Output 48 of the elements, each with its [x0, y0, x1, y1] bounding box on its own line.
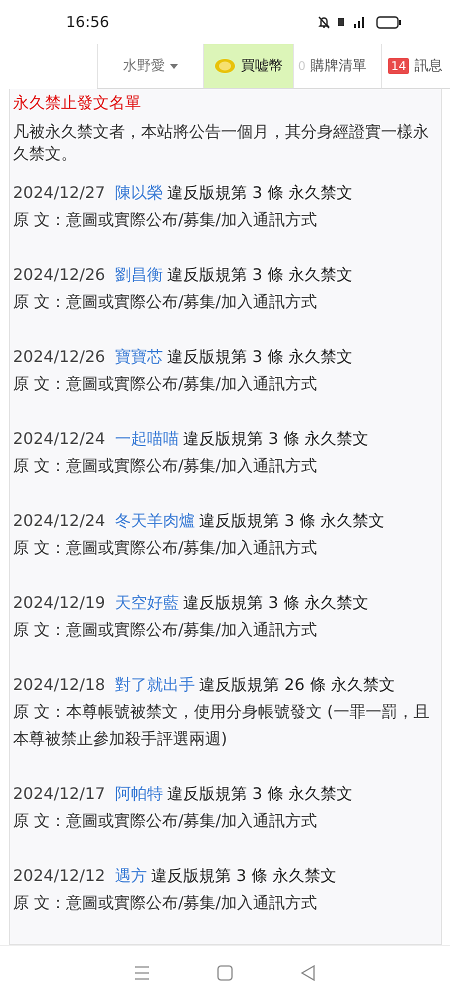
- user-link[interactable]: 冬天羊肉爐: [115, 511, 196, 530]
- page-title: 永久禁止發文名單: [13, 92, 142, 114]
- ban-date: 2024/12/18: [13, 675, 106, 694]
- message-count-badge: 14: [388, 58, 410, 74]
- rule-text: 違反版規第 26 條 永久禁文: [199, 675, 395, 694]
- coin-icon: [214, 58, 236, 74]
- user-link[interactable]: 陳以榮: [115, 183, 164, 202]
- ban-date: 2024/12/26: [13, 347, 106, 366]
- reason-text: 原 文：意圖或實際公布/募集/加入通訊方式: [13, 810, 318, 832]
- user-link[interactable]: 阿帕特: [115, 784, 164, 803]
- notice-text: 凡被永久禁文者，本站將公告一個月，其分身經證實一樣永久禁文。: [13, 121, 430, 165]
- ban-date: 2024/12/26: [13, 265, 106, 284]
- buy-coin-button[interactable]: 買嘘幣: [203, 44, 293, 88]
- reason-text: 原 文：意圖或實際公布/募集/加入通訊方式: [13, 373, 318, 395]
- rule-text: 違反版規第 3 條 永久禁文: [167, 265, 353, 284]
- rule-text: 違反版規第 3 條 永久禁文: [183, 593, 369, 612]
- ban-date: 2024/12/24: [13, 429, 106, 448]
- back-icon[interactable]: [300, 965, 316, 981]
- user-link[interactable]: 劉昌衡: [115, 265, 164, 284]
- battery-icon: [376, 16, 402, 28]
- ban-date: 2024/12/27: [13, 183, 106, 202]
- reason-text: 原 文：意圖或實際公布/募集/加入通訊方式: [13, 291, 318, 313]
- ban-date: 2024/12/24: [13, 511, 106, 530]
- rule-text: 違反版規第 3 條 永久禁文: [167, 183, 353, 202]
- reason-text: 原 文：意圖或實際公布/募集/加入通訊方式: [13, 455, 318, 477]
- user-link[interactable]: 遇方: [115, 866, 148, 885]
- ban-date: 2024/12/17: [13, 784, 106, 803]
- rule-text: 違反版規第 3 條 永久禁文: [167, 347, 353, 366]
- user-link[interactable]: 對了就出手: [115, 675, 196, 694]
- home-icon[interactable]: [216, 965, 233, 981]
- rule-text: 違反版規第 3 條 永久禁文: [183, 429, 369, 448]
- reason-text: 原 文：意圖或實際公布/募集/加入通訊方式: [13, 209, 318, 231]
- reason-text: 原 文：意圖或實際公布/募集/加入通訊方式: [13, 892, 318, 914]
- user-link[interactable]: 天空好藍: [115, 593, 180, 612]
- reason-text: 原 文：意圖或實際公布/募集/加入通訊方式: [13, 537, 318, 559]
- reason-text: 原 文：本尊帳號被禁文，使用分身帳號發文 (一罪一罰，且本尊被禁止參加殺手評選兩週): [13, 701, 430, 750]
- caret-icon: [170, 64, 178, 68]
- bell-muted-icon: [318, 16, 330, 28]
- status-time: 16:56: [66, 13, 110, 31]
- rule-text: 違反版規第 3 條 永久禁文: [151, 866, 337, 885]
- user-link[interactable]: 寶寶芯: [115, 347, 164, 366]
- reason-text: 原 文：意圖或實際公布/募集/加入通訊方式: [13, 619, 318, 641]
- ban-date: 2024/12/12: [13, 866, 106, 885]
- rule-text: 違反版規第 3 條 永久禁文: [199, 511, 385, 530]
- ban-date: 2024/12/19: [13, 593, 106, 612]
- menu-icon[interactable]: [134, 966, 150, 980]
- rule-text: 違反版規第 3 條 永久禁文: [167, 784, 353, 803]
- user-link[interactable]: 一起喵喵: [115, 429, 180, 448]
